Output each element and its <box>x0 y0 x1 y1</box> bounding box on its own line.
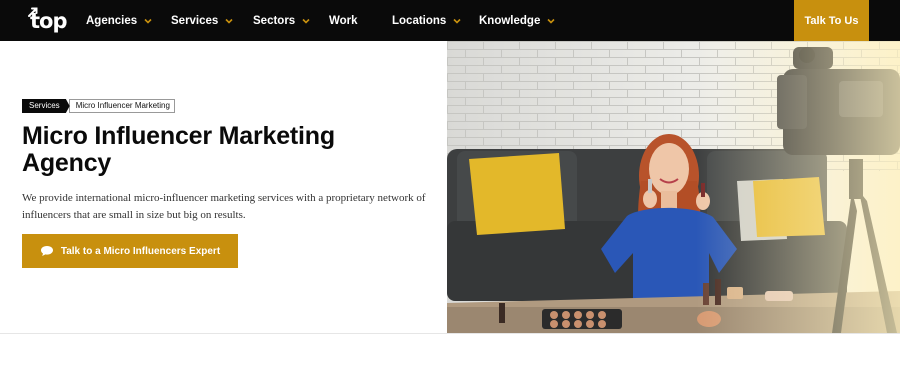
talk-to-expert-button[interactable]: Talk to a Micro Influencers Expert <box>22 234 238 268</box>
talk-to-us-button[interactable]: Talk To Us <box>794 0 869 41</box>
chevron-down-icon <box>144 18 152 24</box>
nav-item-label: Services <box>171 14 219 27</box>
chevron-down-icon <box>453 18 461 24</box>
nav-item-label: Knowledge <box>479 14 541 27</box>
nav-item-sectors[interactable]: Sectors <box>253 0 310 41</box>
nav-item-label: Agencies <box>86 14 138 27</box>
logo-text: top <box>30 9 67 33</box>
hero-image <box>447 41 900 333</box>
chevron-down-icon <box>302 18 310 24</box>
chevron-down-icon <box>547 18 555 24</box>
nav-item-knowledge[interactable]: Knowledge <box>479 0 555 41</box>
section-divider <box>0 333 900 334</box>
top-logo[interactable]: top <box>26 6 67 36</box>
chevron-down-icon <box>225 18 233 24</box>
breadcrumb-current: Micro Influencer Marketing <box>68 99 175 113</box>
breadcrumb: Services Micro Influencer Marketing <box>22 99 175 113</box>
page-title: Micro Influencer Marketing Agency <box>22 122 335 177</box>
nav-item-label: Sectors <box>253 14 296 27</box>
nav-item-work[interactable]: Work <box>329 0 358 41</box>
nav-item-services[interactable]: Services <box>171 0 233 41</box>
top-navigation: top Agencies Services Sectors Work Locat… <box>0 0 900 41</box>
chat-bubble-icon <box>40 246 53 256</box>
breadcrumb-services[interactable]: Services <box>22 99 70 113</box>
influencer-photo <box>447 41 900 333</box>
nav-item-label: Work <box>329 14 358 27</box>
nav-item-agencies[interactable]: Agencies <box>86 0 152 41</box>
nav-item-label: Locations <box>392 14 447 27</box>
hero-description: We provide international micro-influence… <box>22 192 426 221</box>
talk-to-expert-label: Talk to a Micro Influencers Expert <box>60 245 221 257</box>
nav-item-locations[interactable]: Locations <box>392 0 461 41</box>
